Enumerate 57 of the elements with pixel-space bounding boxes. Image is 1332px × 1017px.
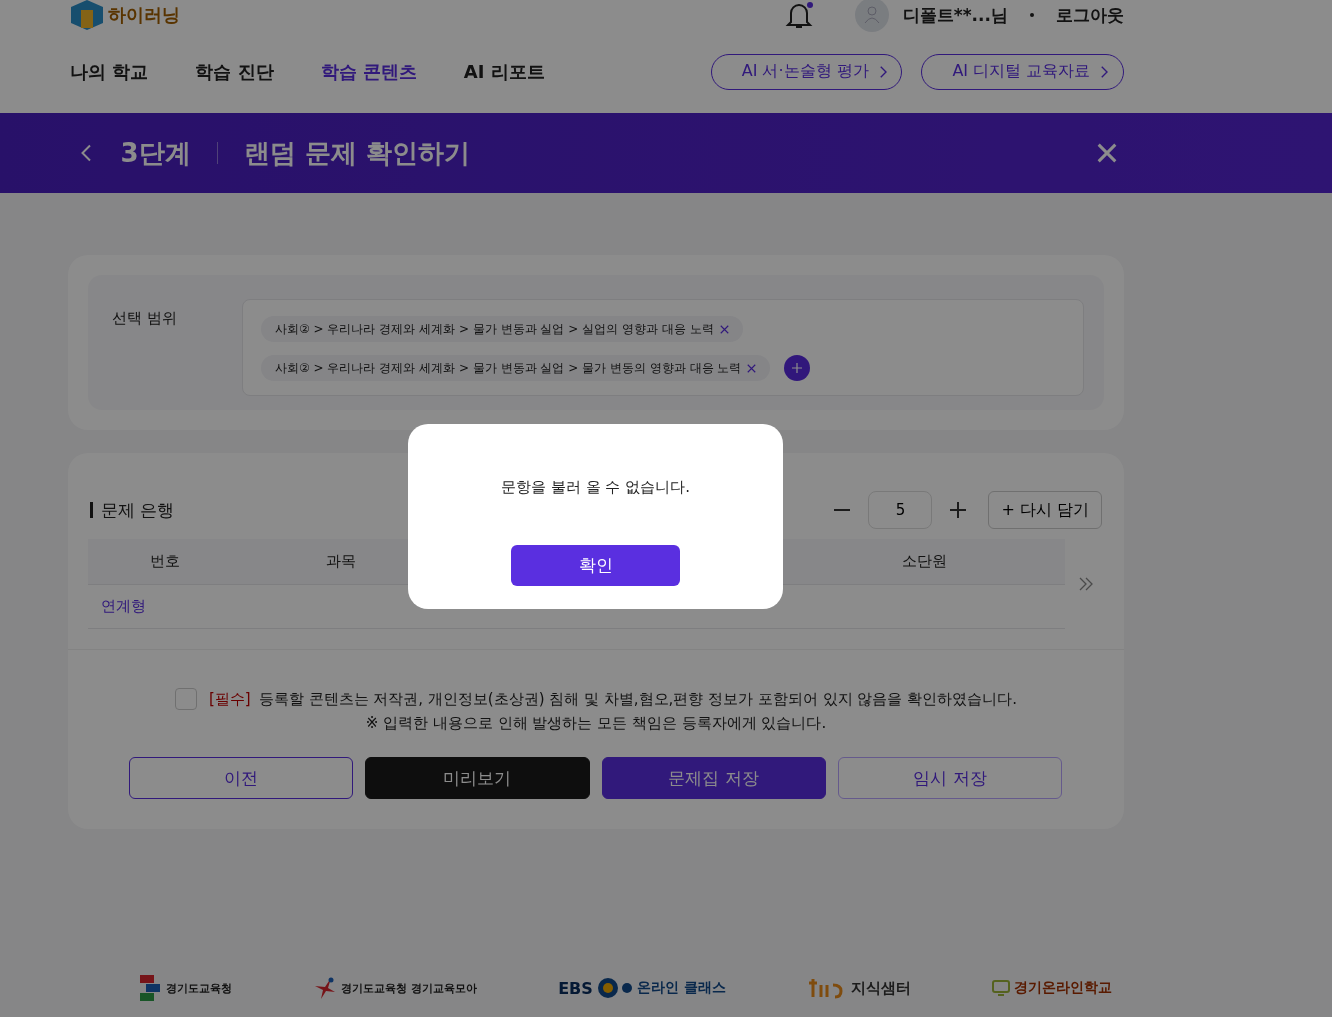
chevron-icon [878, 64, 888, 79]
plus-icon [792, 363, 803, 373]
consent-text: 등록할 콘텐츠는 저작권, 개인정보(초상권) 침해 및 차별,혐오,편향 정보가 포함되어 있지 않음을 확인하였습니다. [258, 689, 1017, 709]
add-button[interactable] [784, 355, 811, 381]
close-icon [1097, 143, 1117, 163]
logo-text: 온라인 클래스 [636, 979, 726, 997]
back-icon [80, 143, 93, 163]
remove-button[interactable] [747, 363, 757, 373]
close-icon [747, 363, 757, 373]
consent-checkbox[interactable] [175, 688, 197, 710]
section-title: 문제 은행 [90, 502, 175, 518]
user-name: 디폴트**...님 [902, 3, 1008, 27]
emblem-icon [140, 975, 163, 1001]
range-label: 선택 범위 [112, 308, 178, 329]
plus-icon [950, 502, 967, 518]
nav-tab[interactable]: 학습 콘텐츠 [320, 59, 417, 84]
reload-button[interactable]: + 다시 담기 [988, 491, 1102, 529]
logo-text: 지식샘터 [850, 978, 911, 998]
logo-text: 경기도교육청 [166, 980, 233, 996]
logo-icon [70, 0, 104, 30]
double-chevron-icon[interactable] [1079, 577, 1093, 591]
close-button[interactable] [1097, 143, 1117, 163]
column-header: 소단원 [900, 552, 948, 571]
circles-icon [596, 977, 633, 999]
nav-tab[interactable]: 나의 학교 [70, 59, 149, 84]
logo-text: 경기온라인학교 [1013, 979, 1112, 997]
close-icon [719, 324, 729, 334]
nav-tab[interactable]: 학습 진단 [195, 59, 274, 84]
chevron-icon [1100, 64, 1109, 79]
logo-mark: EBS [558, 978, 593, 998]
range-chip: 사회② > 우리나라 경제와 세계화 > 물가 변동과 실업 > 물가 변동의 영향과 대응 노력 [261, 355, 771, 381]
step-label: 3단계 [120, 136, 191, 170]
column-header: 과목 [325, 552, 357, 571]
monitor-icon [991, 980, 1010, 996]
notification-button[interactable] [784, 0, 813, 30]
action-button[interactable]: 문제집 저장 [601, 757, 826, 799]
avatar-icon [854, 0, 889, 32]
separator-dot [1030, 13, 1034, 17]
remove-button[interactable] [719, 324, 729, 334]
column-header: 번호 [149, 552, 181, 571]
range-chip: 사회② > 우리나라 경제와 세계화 > 물가 변동과 실업 > 실업의 영향과 대응 노력 [261, 316, 743, 342]
count-field[interactable]: 5 [868, 491, 933, 529]
nav-tab[interactable]: AI 리포트 [463, 59, 545, 84]
required-tag: [필수] [209, 689, 251, 709]
logo-text: 경기도교육청 경기교육모아 [341, 980, 478, 996]
page-title: 랜덤 문제 확인하기 [243, 136, 470, 170]
logo-text: 하이러닝 [108, 3, 180, 27]
confirm-button[interactable]: 확인 [511, 545, 680, 586]
back-button[interactable] [80, 143, 93, 163]
action-button[interactable]: 이전 [129, 757, 354, 799]
minus-icon [834, 509, 851, 511]
action-button[interactable]: 미리보기 [365, 757, 590, 799]
consent-note: ※ 입력한 내용으로 인해 발생하는 모든 책임은 등록자에게 있습니다. [365, 714, 827, 733]
table-cell: 연계형 [101, 597, 146, 616]
dialog-message: 문항을 불러 올 수 없습니다. [501, 478, 690, 497]
action-button[interactable]: 임시 저장 [837, 757, 1062, 799]
logout-link[interactable]: 로그아웃 [1056, 3, 1124, 27]
